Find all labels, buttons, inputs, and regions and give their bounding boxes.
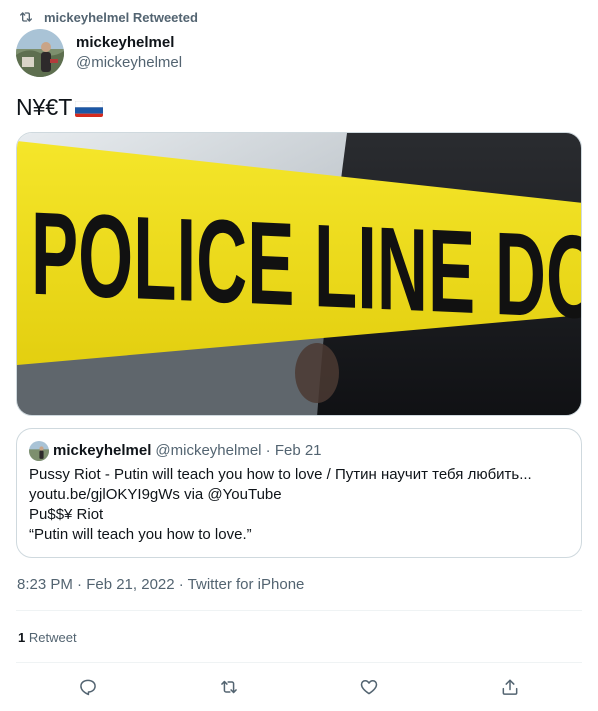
quote-tweet[interactable]: mickeyhelmel @mickeyhelmel · Feb 21 Puss… xyxy=(16,428,582,558)
author-display-name[interactable]: mickeyhelmel xyxy=(76,33,182,53)
avatar[interactable] xyxy=(16,29,64,77)
tweet-text-content: N¥€T xyxy=(16,94,73,120)
quote-avatar[interactable] xyxy=(29,441,49,461)
quote-line: “Putin will teach you how to love.” xyxy=(29,526,252,543)
timestamp-time-date[interactable]: 8:23 PM · Feb 21, 2022 · xyxy=(17,576,188,593)
share-icon xyxy=(502,679,518,695)
tweet-image[interactable]: POLICE LINE DO xyxy=(16,132,582,416)
quote-line: Pu$$¥ Riot xyxy=(29,506,104,523)
divider xyxy=(16,610,582,611)
timestamp-source[interactable]: Twitter for iPhone xyxy=(188,576,305,593)
quote-display-name[interactable]: mickeyhelmel xyxy=(53,441,151,461)
reply-icon xyxy=(80,679,96,696)
quote-line: Pussy Riot - Putin will teach you how to… xyxy=(29,466,532,483)
tape-text: POLICE LINE DO xyxy=(31,188,582,345)
action-bar xyxy=(0,676,598,700)
author[interactable]: mickeyhelmel @mickeyhelmel xyxy=(16,29,182,77)
divider xyxy=(16,662,582,663)
tweet-stats[interactable]: 1 Retweet xyxy=(18,630,77,646)
tweet-timestamp: 8:23 PM · Feb 21, 2022 · Twitter for iPh… xyxy=(17,575,304,595)
retweet-button[interactable] xyxy=(218,676,240,698)
heart-icon xyxy=(360,680,378,695)
author-handle[interactable]: @mickeyhelmel xyxy=(76,53,182,73)
quote-handle-date[interactable]: @mickeyhelmel · Feb 21 xyxy=(155,441,321,461)
like-button[interactable] xyxy=(358,676,380,698)
tweet-text: N¥€T xyxy=(16,93,104,121)
retweet-icon xyxy=(221,680,237,694)
share-button[interactable] xyxy=(499,676,521,698)
retweet-context[interactable]: mickeyhelmel Retweeted xyxy=(18,9,198,25)
russia-flag-icon xyxy=(75,98,104,117)
retweet-count: 1 xyxy=(18,630,26,645)
retweet-context-text: mickeyhelmel Retweeted xyxy=(44,9,198,25)
quote-line: youtu.be/gjlOKYI9gWs via @YouTube xyxy=(29,486,282,503)
retweet-count-label: Retweet xyxy=(28,630,77,645)
quote-body: Pussy Riot - Putin will teach you how to… xyxy=(29,465,569,545)
retweet-icon xyxy=(20,12,32,22)
reply-button[interactable] xyxy=(77,676,99,698)
